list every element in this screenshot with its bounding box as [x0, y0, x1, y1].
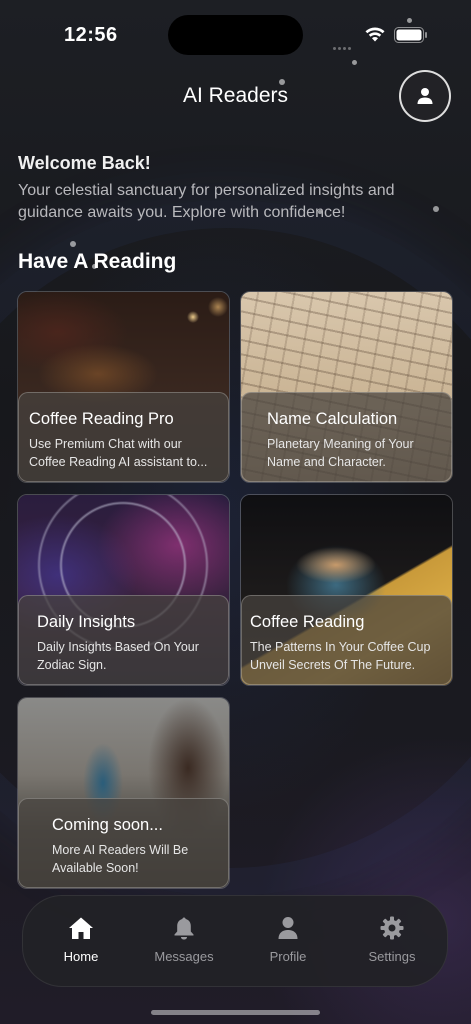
card-info-panel: Coffee Reading Pro Use Premium Chat with… [18, 392, 229, 482]
card-description: Planetary Meaning of Your Name and Chara… [267, 437, 414, 469]
profile-button[interactable] [399, 70, 451, 122]
battery-icon [394, 27, 427, 43]
dynamic-island [168, 15, 303, 55]
home-indicator[interactable] [151, 1010, 320, 1015]
tab-label: Profile [269, 949, 307, 964]
gear-icon [380, 916, 404, 940]
section-title: Have A Reading [18, 250, 177, 273]
tab-settings[interactable]: Settings [347, 916, 437, 964]
signal-icon [333, 37, 357, 50]
card-description: Use Premium Chat with our Coffee Reading… [29, 437, 208, 469]
card-title: Coffee Reading [250, 613, 365, 631]
card-name-calculation[interactable]: Name Calculation Planetary Meaning of Yo… [240, 291, 453, 483]
status-time: 12:56 [64, 24, 118, 46]
status-bar: 12:56 [0, 0, 471, 70]
card-info-panel: Coming soon... More AI Readers Will Be A… [18, 798, 229, 888]
tab-messages[interactable]: Messages [139, 916, 229, 964]
tab-profile[interactable]: Profile [243, 916, 333, 964]
card-info-panel: Daily Insights Daily Insights Based On Y… [18, 595, 229, 685]
tab-label: Messages [154, 949, 214, 964]
card-description: More AI Readers Will Be Available Soon! [52, 843, 189, 875]
background-star [70, 241, 76, 247]
card-daily-insights[interactable]: Daily Insights Daily Insights Based On Y… [17, 494, 230, 686]
tab-label: Home [63, 949, 99, 964]
card-description: The Patterns In Your Coffee Cup Unveil S… [250, 640, 431, 672]
bottom-tab-bar: Home Messages Profile Settings [22, 895, 448, 987]
welcome-title: Welcome Back! [18, 153, 151, 173]
tab-home[interactable]: Home [36, 916, 126, 964]
card-description: Daily Insights Based On Your Zodiac Sign… [37, 640, 199, 672]
card-title: Coffee Reading Pro [29, 410, 174, 428]
person-icon [417, 88, 433, 104]
card-title: Coming soon... [52, 816, 163, 834]
person-icon [278, 917, 298, 939]
home-icon [69, 917, 93, 939]
app-screen: 12:56 AI Readers Welcome Back! Your cele… [0, 0, 471, 1024]
card-title: Daily Insights [37, 613, 136, 631]
card-title: Name Calculation [267, 410, 398, 428]
tab-label: Settings [368, 949, 416, 964]
card-info-panel: Name Calculation Planetary Meaning of Yo… [241, 392, 452, 482]
wifi-icon [365, 27, 385, 42]
card-coffee-reading[interactable]: Coffee Reading The Patterns In Your Coff… [240, 494, 453, 686]
card-coming-soon[interactable]: Coming soon... More AI Readers Will Be A… [17, 697, 230, 889]
card-coffee-reading-pro[interactable]: Coffee Reading Pro Use Premium Chat with… [17, 291, 230, 483]
bell-icon [174, 917, 194, 940]
card-info-panel: Coffee Reading The Patterns In Your Coff… [241, 595, 452, 685]
welcome-text: Your celestial sanctuary for personalize… [18, 182, 395, 221]
